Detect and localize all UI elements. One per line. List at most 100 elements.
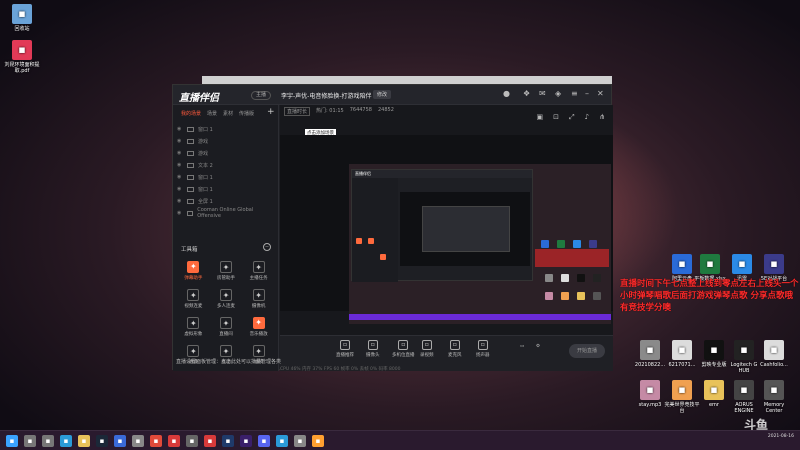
source-item[interactable]: ◉ 游戏	[177, 147, 273, 159]
source-item[interactable]: ◉ 窗口 1	[177, 171, 273, 183]
tab-1[interactable]: 场景	[207, 110, 217, 117]
app2-icon[interactable]: ▪	[132, 435, 144, 447]
desktop-icon[interactable]: ▪ 6217071...	[664, 340, 700, 368]
control-speaker[interactable]: ▫ 扬声器	[476, 340, 490, 358]
tab-0[interactable]: 我的场景	[181, 110, 201, 117]
avatar[interactable]: ●	[503, 90, 510, 98]
task-view-icon[interactable]: ▪	[42, 435, 54, 447]
eye-icon[interactable]: ◉	[177, 138, 183, 144]
tool-live-room[interactable]: ✦ 直播间	[210, 317, 243, 337]
message-icon[interactable]: ✉	[539, 90, 546, 98]
desktop-icon[interactable]: ▪ Memory Center	[756, 380, 792, 414]
skin-icon[interactable]: ◈	[555, 90, 561, 98]
add-scene-icon[interactable]: +	[267, 107, 275, 117]
stream-title[interactable]: 李宇-声优-电音修脸换-打游戏陪伴	[281, 91, 372, 100]
more-icon: ✦	[187, 345, 200, 357]
speaker-icon: ▫	[477, 340, 488, 350]
bell-icon[interactable]: ♪	[585, 113, 589, 122]
tab-3[interactable]: 传播版	[239, 110, 254, 117]
windows-icon[interactable]: ▪	[6, 435, 18, 447]
desktop-icon[interactable]: ▪ Cashfolio...	[756, 340, 792, 368]
control-record[interactable]: ▫ 录视频	[420, 340, 434, 358]
layout-icon[interactable]: ▣	[537, 113, 544, 122]
close-icon[interactable]: ✕	[597, 90, 604, 98]
minimize-icon[interactable]: –	[585, 90, 589, 98]
source-item[interactable]: ◉ 窗口 1	[177, 183, 273, 195]
control-multi-cam[interactable]: ▫ 多机位直播	[392, 340, 415, 358]
eye-icon[interactable]: ◉	[177, 186, 183, 192]
fullscreen-icon[interactable]: ⤢	[569, 113, 575, 122]
file-icon: ▪	[672, 340, 692, 360]
control-label: 录视频	[420, 353, 434, 358]
eye-icon[interactable]: ◉	[177, 150, 183, 156]
captured-nested-window	[422, 206, 510, 252]
menu-icon[interactable]: ≡	[571, 90, 578, 98]
tool-video-link[interactable]: ✦ 视频连麦	[177, 289, 210, 309]
tool-music-play[interactable]: ✦ 音乐播放	[242, 317, 275, 337]
app1-icon[interactable]: ▪	[114, 435, 126, 447]
explorer-icon[interactable]: ▪	[78, 435, 90, 447]
source-type-icon	[187, 138, 194, 144]
app6-icon[interactable]: ▪	[312, 435, 324, 447]
eye-icon[interactable]: ◉	[177, 162, 183, 168]
steam-icon[interactable]: ▪	[96, 435, 108, 447]
desktop-icon[interactable]: ▪ 回收站	[4, 4, 40, 32]
source-item[interactable]: ◉ 全屏 1	[177, 195, 273, 207]
tool-label: 直播间	[219, 332, 233, 337]
tool-admin[interactable]: ✦ 房管助手	[210, 261, 243, 281]
netease-icon[interactable]: ▪	[204, 435, 216, 447]
edge-icon[interactable]: ▪	[60, 435, 72, 447]
lock-icon[interactable]: ⊡	[553, 113, 559, 122]
version-badge[interactable]: 主播	[251, 91, 272, 100]
desktop-icon[interactable]: ▪ 20210822...	[632, 340, 668, 368]
captured-desktop-icon	[589, 240, 597, 248]
tool-camera[interactable]: ✦ 摄像机	[242, 289, 275, 309]
taskbar-clock[interactable]: 2021-08-16	[768, 434, 794, 440]
tool-barrage[interactable]: ✦ 弹幕助手	[177, 261, 210, 281]
desktop-icon[interactable]: ▪ 完美世界竞技平台	[664, 380, 700, 414]
eye-icon[interactable]: ◉	[177, 174, 183, 180]
source-item[interactable]: ◉ 游戏	[177, 135, 273, 147]
source-item[interactable]: ◉ 窗口 1	[177, 123, 273, 135]
live-info-item: 24852	[377, 107, 394, 113]
tool-avatar[interactable]: ✦ 虚拟形象	[177, 317, 210, 337]
eye-icon[interactable]: ◉	[177, 210, 183, 216]
source-item[interactable]: ◉ 文本 2	[177, 159, 273, 171]
eye-icon[interactable]: ◉	[177, 126, 183, 132]
gift-icon[interactable]: ❖	[523, 90, 530, 98]
cloud-icon: ▪	[672, 254, 692, 274]
go-live-button[interactable]: 开始直播	[569, 344, 605, 358]
share-icon[interactable]: ⋔	[599, 113, 605, 122]
notice-bar[interactable]: 直播设置面板管理：点击此处可以批量管理各类	[176, 358, 281, 365]
thunder-icon: ▪	[732, 254, 752, 274]
desktop-icon[interactable]: ▪ stay.mp3	[632, 380, 668, 408]
app5-icon[interactable]: ▪	[294, 435, 306, 447]
settings-icon[interactable]: ⚙	[536, 344, 540, 349]
control-webcam[interactable]: ▫ 摄像头	[366, 340, 380, 358]
desktop-icon[interactable]: ▪ 刘昆环境面积提取.pdf	[4, 40, 40, 74]
control-recommend[interactable]: ▫ 直播推荐	[336, 340, 354, 358]
desktop-icon-label: stay.mp3	[638, 402, 662, 408]
music-app-icon[interactable]: ▪	[168, 435, 180, 447]
multi-link-icon: ✦	[219, 289, 232, 301]
tab-2[interactable]: 素材	[223, 110, 233, 117]
collapse-icon[interactable]: −	[263, 243, 271, 251]
source-item[interactable]: ◉ Cooman Online Global Offensive	[177, 207, 273, 219]
eye-icon[interactable]: ◉	[177, 198, 183, 204]
tool-multi-link[interactable]: ✦ 多人连麦	[210, 289, 243, 309]
premiere-icon[interactable]: ▪	[240, 435, 252, 447]
chrome-icon[interactable]: ▪	[150, 435, 162, 447]
tool-task[interactable]: ✦ 主播任务	[242, 261, 275, 281]
gift-bag-icon: ✦	[252, 345, 265, 357]
control-label: 摄像头	[366, 353, 380, 358]
interact-icon: ✦	[219, 345, 232, 357]
discord-icon[interactable]: ▪	[258, 435, 270, 447]
control-mic[interactable]: ▫ 麦克风	[448, 340, 462, 358]
captured-desktop-icon	[561, 274, 569, 282]
app4-icon[interactable]: ▪	[276, 435, 288, 447]
app3-icon[interactable]: ▪	[186, 435, 198, 447]
modify-title-button[interactable]: 修改	[373, 90, 392, 99]
photoshop-icon[interactable]: ▪	[222, 435, 234, 447]
camera-toggle-icon[interactable]: ▭	[520, 344, 524, 349]
search-icon[interactable]: ▪	[24, 435, 36, 447]
